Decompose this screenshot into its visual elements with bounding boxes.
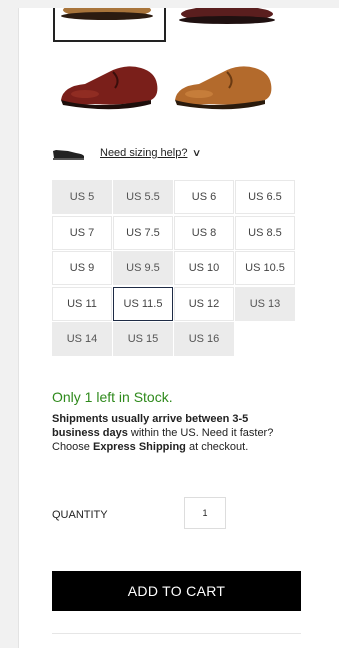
size-option[interactable]: US 6: [174, 180, 234, 214]
size-option[interactable]: US 6.5: [235, 180, 295, 214]
size-option[interactable]: US 7: [52, 215, 112, 250]
add-to-cart-button[interactable]: ADD TO CART: [52, 571, 301, 611]
size-option[interactable]: US 5.5: [113, 180, 173, 214]
chevron-down-icon[interactable]: ∨: [192, 148, 202, 159]
thumbnail-shoe-3[interactable]: [55, 58, 163, 118]
size-option[interactable]: US 11.5: [113, 286, 173, 321]
size-option[interactable]: US 10: [174, 251, 234, 285]
quantity-input[interactable]: 1: [184, 497, 226, 529]
shipping-info: Shipments usually arrive between 3-5 bus…: [52, 412, 282, 454]
size-option[interactable]: US 13: [235, 286, 295, 321]
shoe-icon: [53, 150, 84, 160]
size-option[interactable]: US 9.5: [113, 251, 173, 285]
size-option[interactable]: US 8: [174, 215, 234, 250]
divider: [52, 633, 301, 634]
shipping-text-end: at checkout.: [185, 441, 249, 453]
thumbnail-selected[interactable]: [53, 8, 166, 42]
size-option[interactable]: US 8.5: [235, 215, 295, 250]
size-option[interactable]: US 10.5: [235, 251, 295, 285]
size-option[interactable]: US 5: [52, 180, 112, 214]
thumbnail-shoe-2[interactable]: [171, 8, 283, 38]
size-option[interactable]: US 11: [52, 286, 112, 321]
size-option[interactable]: US 14: [52, 322, 112, 356]
size-option[interactable]: US 12: [174, 286, 234, 321]
sizing-help-link[interactable]: Need sizing help?: [100, 147, 187, 159]
size-option[interactable]: US 7.5: [113, 215, 173, 250]
stock-status: Only 1 left in Stock.: [52, 389, 173, 405]
size-option[interactable]: US 16: [174, 322, 234, 356]
thumbnail-shoe-4[interactable]: [169, 58, 277, 118]
product-panel: Need sizing help? ∨ US 5 US 5.5 US 6 US 6.5…: [18, 8, 339, 648]
express-shipping-text: Express Shipping: [92, 441, 186, 453]
size-option[interactable]: US 9: [52, 251, 112, 285]
sizing-help[interactable]: Need sizing help? ∨: [52, 144, 202, 162]
quantity-label: QUANTITY: [52, 509, 108, 521]
shoe-image: [61, 8, 153, 20]
size-option[interactable]: US 15: [113, 322, 173, 356]
